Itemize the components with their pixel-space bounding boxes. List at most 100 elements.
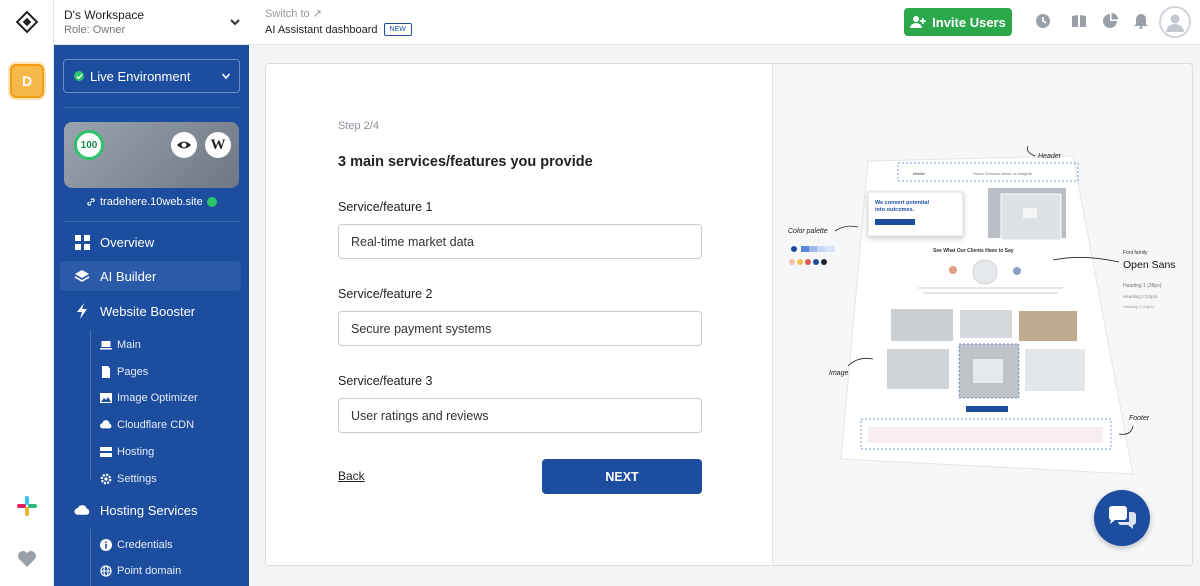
- step-indicator: Step 2/4: [338, 120, 379, 132]
- nav-booster-image-optimizer[interactable]: Image Optimizer: [100, 388, 249, 408]
- eye-icon: [177, 141, 191, 149]
- user-avatar[interactable]: [1159, 6, 1191, 38]
- app-rail: D: [0, 0, 54, 586]
- nav-booster-cloudflare[interactable]: Cloudflare CDN: [100, 415, 249, 435]
- svg-text:Home Services About us Insi: Home Services About us Insights: [973, 171, 1032, 176]
- font-family-label: Font family: [1123, 250, 1148, 256]
- top-bar: Switch to ↗ AI Assistant dashboard NEW I…: [249, 0, 1200, 45]
- invite-users-label: Invite Users: [932, 14, 1006, 30]
- heart-icon[interactable]: [17, 550, 37, 568]
- heading-1-sample: Heading 1 (28px): [1123, 283, 1162, 289]
- workspace-role: Role: Owner: [64, 24, 126, 36]
- workspace-name: D's Workspace: [64, 8, 145, 22]
- nav-booster-settings-label: Settings: [117, 473, 157, 485]
- color-palette-label: Color palette: [788, 228, 828, 235]
- laptop-icon: [100, 339, 112, 351]
- ai-assistant-label: AI Assistant dashboard: [265, 23, 378, 36]
- nav-booster-pages[interactable]: Pages: [100, 362, 249, 382]
- sidebar: Live Environment 100 W tradehere.10web.s…: [54, 45, 249, 586]
- font-name: Open Sans: [1123, 259, 1176, 271]
- service-feature-2-input[interactable]: [338, 311, 702, 346]
- site-preview-card[interactable]: 100 W: [64, 122, 239, 188]
- invite-users-button[interactable]: Invite Users: [904, 8, 1012, 36]
- svg-text:We convert potential: We convert potential: [875, 200, 929, 206]
- service-feature-3-input[interactable]: [338, 398, 702, 433]
- wordpress-button[interactable]: W: [205, 132, 231, 158]
- link-icon: [87, 198, 95, 206]
- next-button[interactable]: NEXT: [542, 459, 702, 494]
- services-form: Step 2/4 3 main services/features you pr…: [266, 64, 772, 565]
- svg-text:into outcomes.: into outcomes.: [875, 207, 915, 213]
- nav-booster-main[interactable]: Main: [100, 335, 249, 355]
- nav-overview[interactable]: Overview: [60, 227, 241, 257]
- server-icon: [100, 446, 112, 458]
- chat-support-button[interactable]: [1094, 490, 1150, 546]
- nav-ai-builder-label: AI Builder: [100, 268, 157, 284]
- book-icon[interactable]: [1071, 13, 1087, 29]
- slack-icon[interactable]: [15, 494, 39, 518]
- performance-score: 100: [74, 130, 104, 160]
- nav-hosting-point-domain-label: Point domain: [117, 565, 182, 577]
- add-user-icon: [910, 16, 926, 28]
- setup-wizard-card: Step 2/4 3 main services/features you pr…: [265, 63, 1193, 566]
- nav-website-booster-label: Website Booster: [100, 303, 196, 319]
- nav-booster-image-optimizer-label: Image Optimizer: [117, 392, 198, 404]
- field-label-2: Service/feature 2: [338, 287, 433, 301]
- nav-booster-main-label: Main: [117, 339, 141, 351]
- clients-heading: See What Our Clients Have to Say: [933, 248, 1014, 254]
- nav-booster-hosting-label: Hosting: [117, 446, 155, 458]
- nav-hosting-services[interactable]: Hosting Services: [60, 495, 241, 525]
- chat-icon: [1108, 506, 1136, 529]
- gear-icon: [100, 473, 112, 485]
- image-label: Image: [829, 370, 849, 377]
- heading-3-sample: Heading 3 (18px): [1123, 304, 1154, 309]
- nav-hosting-credentials-label: Credentials: [117, 539, 173, 551]
- nav-hosting-services-label: Hosting Services: [100, 502, 198, 518]
- nav-hosting-credentials[interactable]: Credentials: [100, 535, 249, 555]
- workspace-avatar[interactable]: D: [10, 64, 44, 98]
- site-url-link[interactable]: tradehere.10web.site: [86, 196, 217, 208]
- tree-line: [90, 330, 91, 480]
- environment-label: Live Environment: [90, 68, 191, 84]
- nav-booster-hosting[interactable]: Hosting: [100, 442, 249, 462]
- field-label-1: Service/feature 1: [338, 200, 433, 214]
- app-logo-icon[interactable]: [15, 10, 39, 34]
- nav-booster-cloudflare-label: Cloudflare CDN: [117, 419, 195, 431]
- divider: [63, 221, 240, 222]
- clock-icon[interactable]: [1035, 13, 1051, 29]
- tree-line: [90, 529, 91, 586]
- ai-assistant-dashboard-link[interactable]: AI Assistant dashboard NEW: [265, 23, 412, 36]
- field-label-3: Service/feature 3: [338, 374, 433, 388]
- divider: [63, 107, 240, 108]
- cloud-icon: [100, 419, 112, 431]
- service-feature-1-input[interactable]: [338, 224, 702, 259]
- status-ok-icon: [206, 197, 217, 207]
- chevron-down-icon: [221, 73, 231, 80]
- nav-booster-pages-label: Pages: [117, 366, 149, 378]
- switch-to-link[interactable]: Switch to ↗: [265, 7, 322, 20]
- header-label: Header: [1038, 153, 1062, 160]
- globe-icon: [100, 565, 112, 577]
- image-icon: [100, 392, 112, 404]
- lightning-icon: [74, 303, 90, 319]
- nav-booster-settings[interactable]: Settings: [100, 469, 249, 489]
- environment-select[interactable]: Live Environment: [63, 59, 240, 93]
- heading-2-sample: Heading 2 (22px): [1123, 294, 1158, 299]
- nav-overview-label: Overview: [100, 234, 155, 250]
- site-url: tradehere.10web.site: [100, 196, 203, 208]
- info-icon: [100, 539, 112, 551]
- nav-ai-builder[interactable]: AI Builder: [60, 261, 241, 291]
- bell-icon[interactable]: [1133, 13, 1149, 29]
- workspace-switcher[interactable]: D's Workspace Role: Owner: [54, 0, 249, 45]
- pie-chart-icon[interactable]: [1102, 13, 1118, 29]
- view-site-button[interactable]: [171, 132, 197, 158]
- nav-hosting-point-domain[interactable]: Point domain: [100, 561, 249, 581]
- back-link[interactable]: Back: [338, 469, 365, 483]
- user-icon: [1166, 14, 1184, 32]
- wordpress-icon: W: [210, 136, 226, 153]
- nav-website-booster[interactable]: Website Booster: [60, 296, 241, 326]
- footer-label: Footer: [1129, 415, 1150, 422]
- grid-icon: [74, 234, 90, 250]
- page-icon: [100, 366, 112, 378]
- cloud-icon: [74, 502, 90, 518]
